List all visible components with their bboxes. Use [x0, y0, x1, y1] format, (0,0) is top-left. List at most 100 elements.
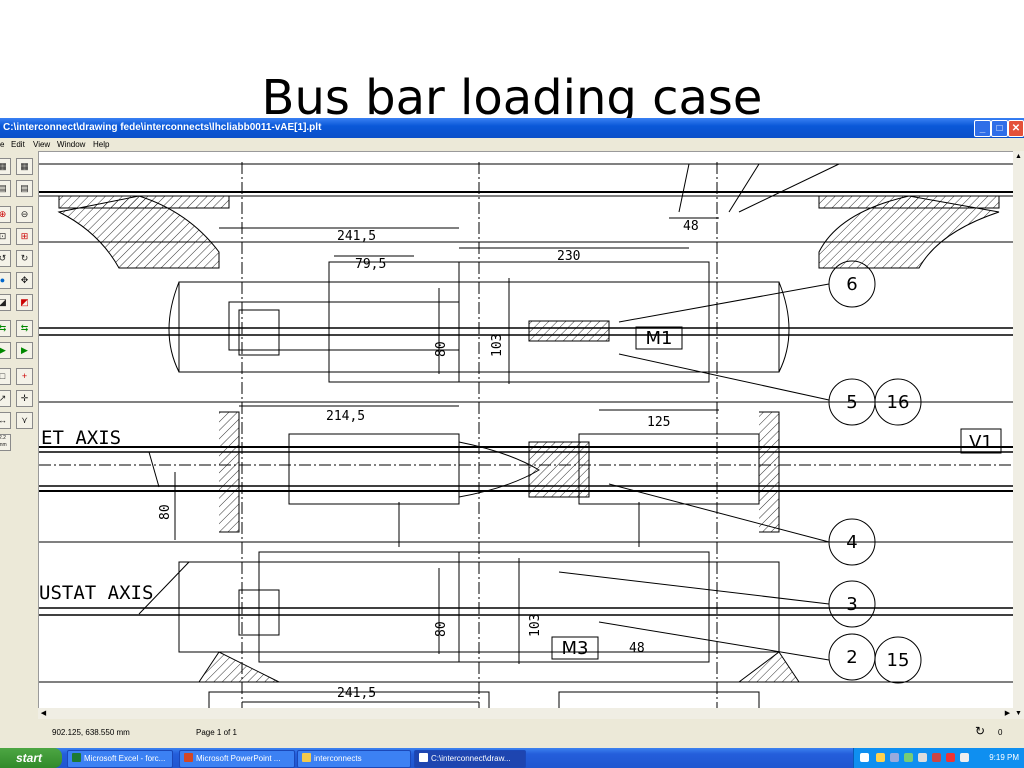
task-powerpoint-label: Microsoft PowerPoint ...: [196, 754, 281, 763]
callout-2: 2: [846, 647, 857, 668]
task-excel[interactable]: Microsoft Excel - forc...: [67, 750, 173, 768]
volume-icon[interactable]: [890, 753, 899, 762]
taskbar: start Microsoft Excel - forc... Microsof…: [0, 748, 1024, 768]
cursor-coordinates: 902.125, 638.550 mm: [52, 728, 130, 737]
print-preview-icon[interactable]: ▤: [16, 180, 33, 197]
task-viewer-label: C:\interconnect\draw...: [431, 754, 511, 763]
antivirus-icon[interactable]: [932, 753, 941, 762]
menu-view[interactable]: View: [33, 138, 50, 151]
dim-79-5: 79,5: [355, 257, 386, 272]
axis-label-et: ET AXIS: [41, 427, 121, 449]
window-title: C:\interconnect\drawing fede\interconnec…: [3, 122, 322, 133]
next-page-icon[interactable]: ▶: [0, 342, 11, 359]
zoom-in-icon[interactable]: ⊕: [0, 206, 11, 223]
erase-icon[interactable]: ◩: [16, 294, 33, 311]
network-icon[interactable]: [876, 753, 885, 762]
menu-help[interactable]: Help: [93, 138, 109, 151]
print-icon[interactable]: ▤: [0, 180, 11, 197]
copy-icon[interactable]: ⇆: [0, 320, 11, 337]
callout-5: 5: [846, 392, 857, 413]
page-alt-icon[interactable]: ▦: [16, 158, 33, 175]
dim-241-5-bottom: 241,5: [337, 686, 376, 701]
statusbar: 902.125, 638.550 mm Page 1 of 1 ↻ 0: [0, 719, 1024, 748]
zoom-out-icon[interactable]: ⊖: [16, 206, 33, 223]
powerpoint-icon: [184, 753, 193, 762]
tool-palette: ▦ ▦ ▤ ▤ ⊕ ⊖ ⊡ ⊞ ↺ ↻ ● ✥ ◪ ◩ ⇆ ⇆ ▶ ▶ □ + …: [0, 158, 38, 578]
minimize-button[interactable]: _: [974, 120, 991, 137]
rectangle-icon[interactable]: □: [0, 368, 11, 385]
excel-icon: [72, 753, 81, 762]
dim-103-top: 103: [490, 334, 505, 357]
menu-window[interactable]: Window: [57, 138, 85, 151]
dim-80-top: 80: [434, 341, 449, 357]
axis-label-ustat: USTAT AXIS: [39, 582, 153, 604]
move-icon[interactable]: ✛: [16, 390, 33, 407]
task-powerpoint[interactable]: Microsoft PowerPoint ...: [179, 750, 295, 768]
box-v1: V1: [969, 432, 993, 453]
arrow-icon[interactable]: ↗: [0, 390, 11, 407]
zoom-window-icon[interactable]: ⊡: [0, 228, 11, 245]
scroll-up-icon[interactable]: ▲: [1013, 151, 1024, 162]
menu-edit[interactable]: Edit: [11, 138, 25, 151]
vertical-scrollbar[interactable]: ▲ ▼: [1013, 151, 1024, 719]
dim-48-top: 48: [683, 219, 699, 234]
layer-icon[interactable]: ◪: [0, 294, 11, 311]
horizontal-scrollbar[interactable]: ◀ ▶: [38, 708, 1013, 719]
dim-80-mid: 80: [158, 504, 173, 520]
task-folder[interactable]: interconnects: [297, 750, 411, 768]
menu-file[interactable]: e: [0, 138, 4, 151]
clock: 9:19 PM: [989, 753, 1019, 762]
page-icon[interactable]: ▦: [0, 158, 11, 175]
callout-16: 16: [887, 392, 910, 413]
info-icon[interactable]: 2.2 mm: [0, 434, 11, 451]
callout-4: 4: [846, 532, 857, 553]
dim-230: 230: [557, 249, 580, 264]
system-tray: 9:19 PM: [853, 748, 1024, 768]
help-icon[interactable]: [860, 753, 869, 762]
box-m3: M3: [562, 638, 589, 659]
security-icon[interactable]: [904, 753, 913, 762]
dim-103-bottom: 103: [528, 614, 543, 637]
callout-3: 3: [846, 594, 857, 615]
callout-15: 15: [887, 650, 910, 671]
display-icon[interactable]: [918, 753, 927, 762]
rotate-left-icon[interactable]: ↺: [0, 250, 11, 267]
close-button[interactable]: ✕: [1008, 120, 1024, 137]
box-m1: M1: [646, 328, 673, 349]
battery-icon[interactable]: [960, 753, 969, 762]
maximize-button[interactable]: □: [991, 120, 1008, 137]
dim-125: 125: [647, 415, 670, 430]
status-zero: 0: [998, 728, 1003, 737]
measure-icon[interactable]: ↔: [0, 412, 11, 429]
dim-48-bottom: 48: [629, 641, 645, 656]
update-icon[interactable]: [946, 753, 955, 762]
page-indicator: Page 1 of 1: [196, 728, 237, 737]
viewer-window: C:\interconnect\drawing fede\interconnec…: [0, 118, 1024, 748]
paste-icon[interactable]: ⇆: [16, 320, 33, 337]
scroll-down-icon[interactable]: ▼: [1013, 708, 1024, 719]
color-icon[interactable]: ●: [0, 272, 11, 289]
zoom-all-icon[interactable]: ⊞: [16, 228, 33, 245]
prev-page-icon[interactable]: ▶: [16, 342, 33, 359]
callout-6: 6: [846, 274, 857, 295]
rotate-right-icon[interactable]: ↻: [16, 250, 33, 267]
add-icon[interactable]: +: [16, 368, 33, 385]
refresh-icon[interactable]: ↻: [975, 724, 985, 738]
pan-icon[interactable]: ✥: [16, 272, 33, 289]
start-button[interactable]: start: [0, 748, 62, 768]
menubar: e Edit View Window Help: [0, 138, 1024, 151]
dim-241-5-top: 241,5: [337, 229, 376, 244]
task-folder-label: interconnects: [314, 754, 362, 763]
viewer-icon: [419, 753, 428, 762]
check-icon[interactable]: ⋎: [16, 412, 33, 429]
scroll-right-icon[interactable]: ▶: [1002, 708, 1013, 719]
task-viewer[interactable]: C:\interconnect\draw...: [414, 750, 526, 768]
cad-drawing: 241,5 79,5 230 48 80 103 214,5 125 80 80…: [39, 162, 1014, 709]
dim-80-bottom: 80: [434, 621, 449, 637]
dim-214-5: 214,5: [326, 409, 365, 424]
folder-icon: [302, 753, 311, 762]
task-excel-label: Microsoft Excel - forc...: [84, 754, 166, 763]
scroll-left-icon[interactable]: ◀: [38, 708, 49, 719]
drawing-canvas[interactable]: 241,5 79,5 230 48 80 103 214,5 125 80 80…: [38, 151, 1015, 710]
start-label: start: [16, 751, 43, 765]
